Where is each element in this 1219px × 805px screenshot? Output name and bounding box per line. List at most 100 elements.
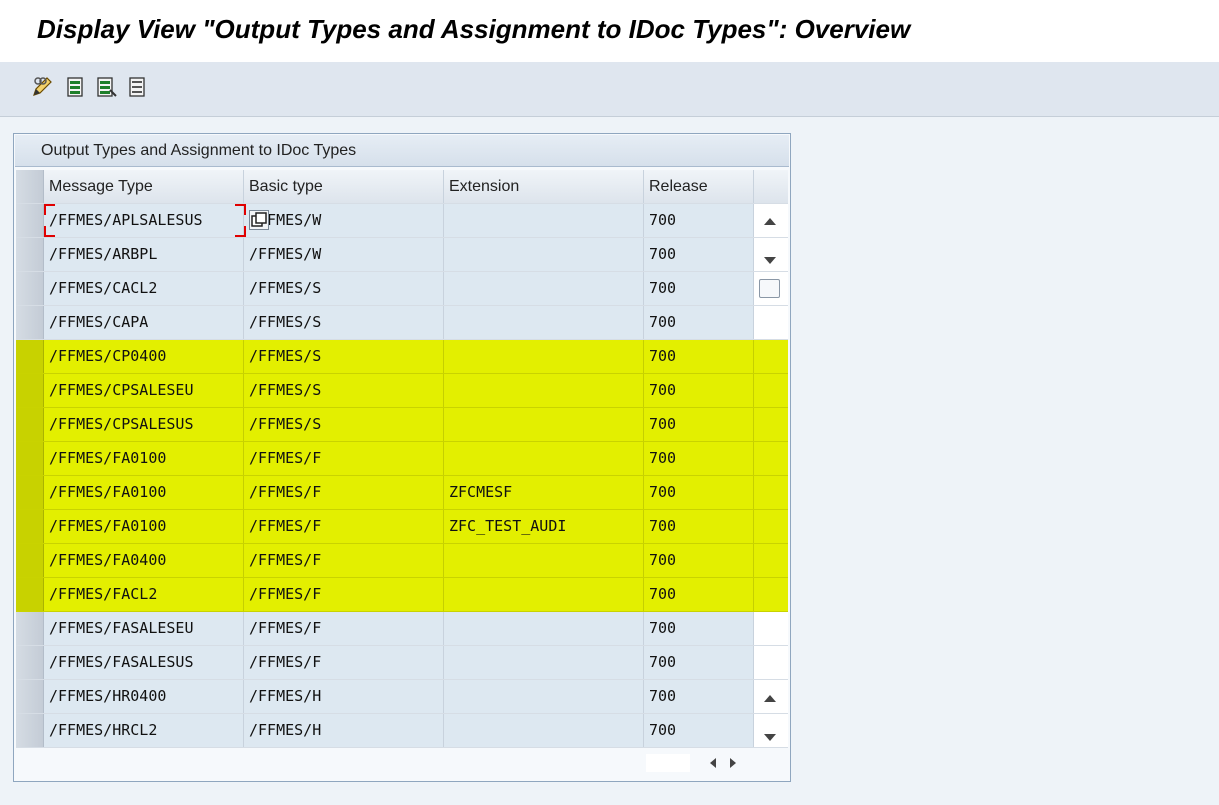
basic-type-cell[interactable]: /FFMES/F (244, 510, 444, 543)
row-selector[interactable] (16, 204, 44, 237)
message-type-cell[interactable]: /FFMES/HRCL2 (44, 714, 244, 747)
row-selector[interactable] (16, 374, 44, 407)
release-cell[interactable]: 700 (644, 476, 754, 509)
row-selector[interactable] (16, 646, 44, 679)
basic-type-cell[interactable]: /FFMES/W (244, 204, 444, 237)
select-all-rows-handle[interactable] (16, 170, 44, 203)
basic-type-cell[interactable]: /FFMES/F (244, 612, 444, 645)
display-change-button[interactable] (30, 74, 56, 100)
table-row[interactable]: /FFMES/CAPA/FFMES/S 700 (16, 306, 788, 340)
row-selector[interactable] (16, 544, 44, 577)
row-selector[interactable] (16, 510, 44, 543)
message-type-cell[interactable]: /FFMES/CP0400 (44, 340, 244, 373)
release-cell[interactable]: 700 (644, 646, 754, 679)
extension-cell[interactable] (444, 204, 644, 237)
release-cell[interactable]: 700 (644, 306, 754, 339)
release-cell[interactable]: 700 (644, 204, 754, 237)
basic-type-cell[interactable]: /FFMES/H (244, 714, 444, 747)
basic-type-cell[interactable]: /FFMES/F (244, 544, 444, 577)
extension-cell[interactable] (444, 544, 644, 577)
column-header-message-type[interactable]: Message Type (44, 170, 244, 203)
row-selector[interactable] (16, 578, 44, 611)
extension-cell[interactable]: ZFC_TEST_AUDI (444, 510, 644, 543)
row-selector[interactable] (16, 442, 44, 475)
message-type-cell[interactable]: /FFMES/ARBPL (44, 238, 244, 271)
table-row[interactable]: /FFMES/FA0400/FFMES/F 700 (16, 544, 788, 578)
table-row[interactable]: /FFMES/CPSALESUS/FFMES/S 700 (16, 408, 788, 442)
scroll-left-button[interactable] (710, 758, 716, 768)
row-selector[interactable] (16, 612, 44, 645)
release-cell[interactable]: 700 (644, 544, 754, 577)
release-cell[interactable]: 700 (644, 612, 754, 645)
message-type-cell[interactable]: /FFMES/FA0400 (44, 544, 244, 577)
deselect-all-button[interactable] (125, 74, 151, 100)
extension-cell[interactable] (444, 646, 644, 679)
select-block-button[interactable] (94, 74, 120, 100)
basic-type-cell[interactable]: /FFMES/W (244, 238, 444, 271)
release-cell[interactable]: 700 (644, 238, 754, 271)
extension-cell[interactable] (444, 272, 644, 305)
column-header-extension[interactable]: Extension (444, 170, 644, 203)
extension-cell[interactable] (444, 408, 644, 441)
table-row[interactable]: /FFMES/CPSALESEU/FFMES/S 700 (16, 374, 788, 408)
release-cell[interactable]: 700 (644, 680, 754, 713)
extension-cell[interactable] (444, 238, 644, 271)
table-row[interactable]: /FFMES/HRCL2/FFMES/H 700 (16, 714, 788, 748)
horizontal-scroll-track[interactable] (646, 754, 690, 772)
message-type-cell[interactable]: /FFMES/FASALESUS (44, 646, 244, 679)
table-row[interactable]: /FFMES/FASALESUS/FFMES/F 700 (16, 646, 788, 680)
message-type-cell[interactable]: /FFMES/FA0100 (44, 510, 244, 543)
row-selector[interactable] (16, 340, 44, 373)
release-cell[interactable]: 700 (644, 714, 754, 747)
extension-cell[interactable] (444, 374, 644, 407)
message-type-cell[interactable]: /FFMES/CACL2 (44, 272, 244, 305)
release-cell[interactable]: 700 (644, 374, 754, 407)
message-type-cell[interactable]: /FFMES/FA0100 (44, 476, 244, 509)
row-selector[interactable] (16, 306, 44, 339)
table-row[interactable]: /FFMES/FA0100/FFMES/F ZFCMESF 700 (16, 476, 788, 510)
row-selector[interactable] (16, 238, 44, 271)
release-cell[interactable]: 700 (644, 340, 754, 373)
basic-type-cell[interactable]: /FFMES/F (244, 578, 444, 611)
select-all-button[interactable] (63, 74, 89, 100)
extension-cell[interactable] (444, 306, 644, 339)
table-row[interactable]: /FFMES/CP0400/FFMES/S 700 (16, 340, 788, 374)
extension-cell[interactable] (444, 612, 644, 645)
scroll-page-down-button[interactable] (764, 734, 776, 741)
release-cell[interactable]: 700 (644, 408, 754, 441)
message-type-cell[interactable]: /FFMES/CPSALESUS (44, 408, 244, 441)
release-cell[interactable]: 700 (644, 510, 754, 543)
release-cell[interactable]: 700 (644, 578, 754, 611)
basic-type-cell[interactable]: /FFMES/H (244, 680, 444, 713)
table-row[interactable]: /FFMES/CACL2/FFMES/S 700 (16, 272, 788, 306)
release-cell[interactable]: 700 (644, 272, 754, 305)
column-header-release[interactable]: Release (644, 170, 754, 203)
basic-type-cell[interactable]: /FFMES/S (244, 340, 444, 373)
column-header-basic-type[interactable]: Basic type (244, 170, 444, 203)
scroll-right-button[interactable] (730, 758, 736, 768)
message-type-cell[interactable]: /FFMES/FA0100 (44, 442, 244, 475)
message-type-cell[interactable]: /FFMES/FASALESEU (44, 612, 244, 645)
row-selector[interactable] (16, 272, 44, 305)
basic-type-cell[interactable]: /FFMES/S (244, 272, 444, 305)
extension-cell[interactable] (444, 340, 644, 373)
table-row[interactable]: /FFMES/FASALESEU/FFMES/F 700 (16, 612, 788, 646)
scroll-up-button[interactable] (764, 218, 776, 225)
basic-type-cell[interactable]: /FFMES/F (244, 646, 444, 679)
extension-cell[interactable]: ZFCMESF (444, 476, 644, 509)
basic-type-cell[interactable]: /FFMES/S (244, 306, 444, 339)
table-row[interactable]: /FFMES/FACL2/FFMES/F 700 (16, 578, 788, 612)
extension-cell[interactable] (444, 714, 644, 747)
extension-cell[interactable] (444, 442, 644, 475)
table-row[interactable]: /FFMES/HR0400/FFMES/H 700 (16, 680, 788, 714)
message-type-cell[interactable]: /FFMES/CAPA (44, 306, 244, 339)
table-row[interactable]: /FFMES/ARBPL/FFMES/W 700 (16, 238, 788, 272)
scroll-thumb[interactable] (759, 279, 780, 298)
basic-type-cell[interactable]: /FFMES/F (244, 442, 444, 475)
extension-cell[interactable] (444, 578, 644, 611)
basic-type-cell[interactable]: /FFMES/F (244, 476, 444, 509)
scroll-down-button[interactable] (764, 257, 776, 264)
table-row[interactable]: /FFMES/FA0100/FFMES/F ZFC_TEST_AUDI 700 (16, 510, 788, 544)
table-row[interactable]: /FFMES/APLSALESUS/FFMES/W 700 (16, 204, 788, 238)
message-type-cell[interactable]: /FFMES/HR0400 (44, 680, 244, 713)
